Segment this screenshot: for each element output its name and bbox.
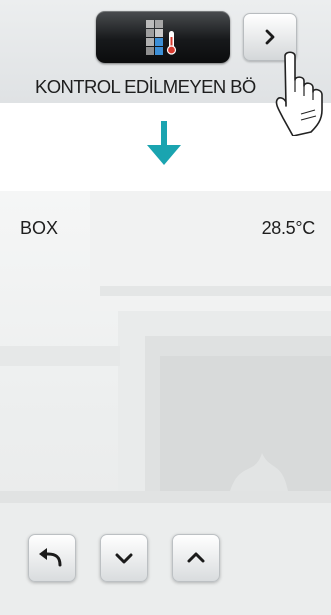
back-arrow-icon: [39, 548, 62, 567]
zone-selector-panel: KONTROL EDİLMEYEN BÖ: [0, 0, 331, 136]
chevron-down-icon: [115, 553, 133, 564]
arrow-down-icon: [147, 121, 181, 165]
decrease-button[interactable]: [100, 534, 148, 582]
chevron-up-icon: [187, 552, 205, 563]
back-button[interactable]: [28, 534, 76, 582]
increase-button[interactable]: [172, 534, 220, 582]
zone-name: BOX: [20, 218, 59, 238]
zone-detail-screen: BOX 28.5°C: [0, 191, 331, 615]
unmanaged-zone-thermometer-icon: [146, 20, 177, 55]
pointing-hand-icon: [275, 51, 323, 136]
temperature-reading: 28.5°C: [261, 218, 316, 238]
chevron-right-icon: [265, 29, 275, 45]
zone-tile[interactable]: [96, 11, 230, 63]
